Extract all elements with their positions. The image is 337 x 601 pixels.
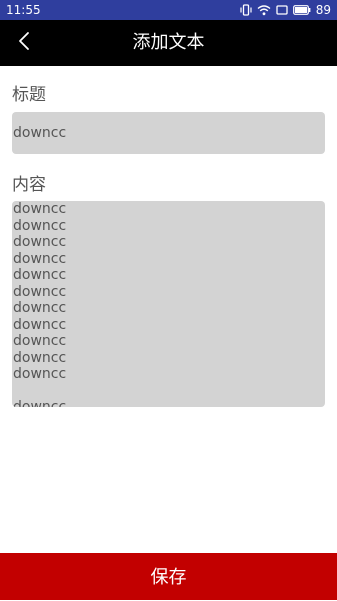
content-line: downcc (13, 217, 67, 234)
title-bar: 添加文本 (0, 20, 337, 66)
content-line: downcc (13, 366, 67, 382)
content-textarea[interactable]: downcc downcc downcc downcc downcc downcc down… (12, 201, 325, 407)
content-line: downcc (13, 316, 67, 333)
content-line: downcc (13, 300, 67, 316)
status-time: 11:55 (6, 3, 41, 17)
content-lines: downcc downcc downcc downcc downcc downcc down… (13, 201, 325, 407)
content-line: downcc (13, 333, 67, 349)
content-line: downcc (13, 201, 67, 217)
content-line: downcc (13, 349, 67, 366)
content-line (13, 383, 325, 400)
page-title: 添加文本 (132, 32, 205, 53)
save-button[interactable]: 保存 (0, 553, 337, 600)
content-line: downcc (13, 283, 67, 300)
status-icons: 89 (240, 3, 331, 17)
title-input[interactable]: downcc (12, 112, 325, 154)
content-line: downcc (13, 399, 67, 407)
battery-level: 89 (315, 3, 331, 17)
status-bar: 11:55 89 (0, 0, 337, 20)
content-line: downcc (13, 267, 67, 283)
content-line: downcc (13, 234, 67, 250)
screen-icon (276, 5, 288, 15)
vibrate-icon (240, 4, 252, 16)
title-label: 标题 (12, 85, 46, 105)
wifi-icon (257, 4, 271, 16)
content-line: downcc (13, 250, 67, 267)
content-label: 内容 (12, 175, 46, 195)
battery-icon (292, 5, 311, 15)
